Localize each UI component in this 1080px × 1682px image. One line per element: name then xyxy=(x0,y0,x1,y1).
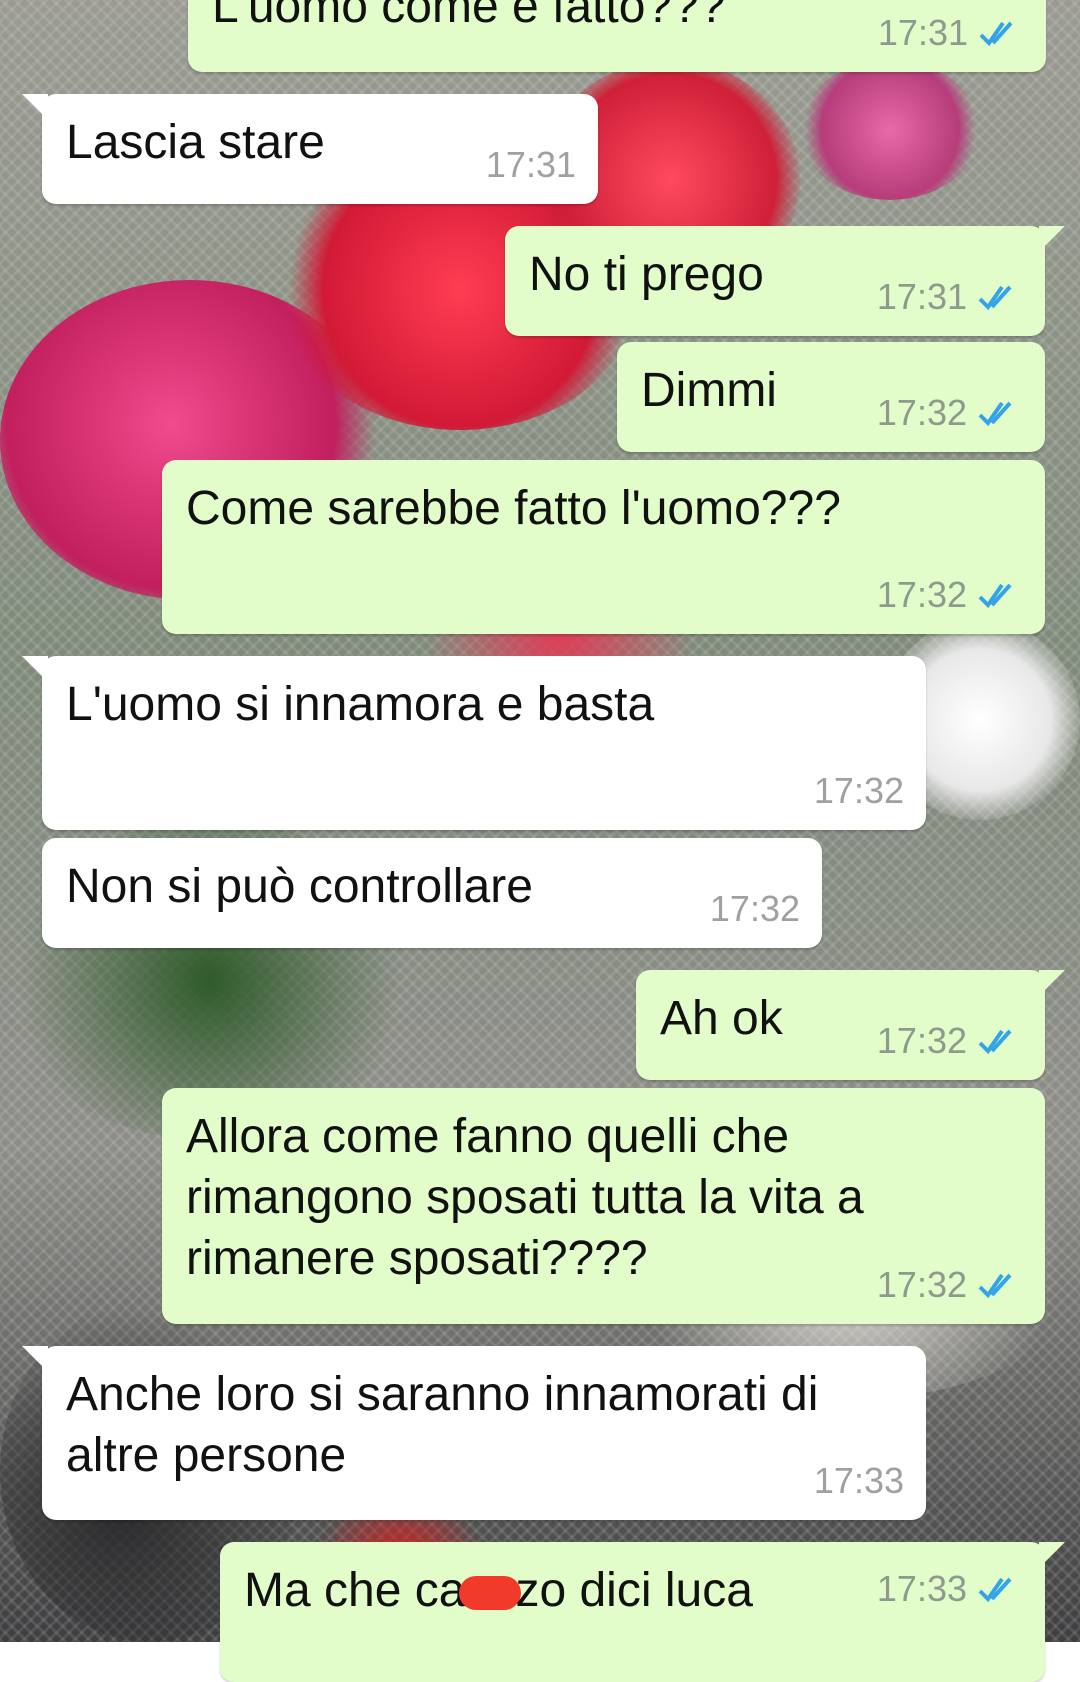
message-meta: 17:32 xyxy=(814,770,904,812)
double-check-icon xyxy=(978,1577,1012,1603)
message-time: 17:32 xyxy=(876,574,967,615)
message-time: 17:32 xyxy=(876,1264,967,1305)
message-meta: 17:32 xyxy=(877,1264,1023,1306)
message-time: 17:31 xyxy=(876,276,967,317)
message-time: 17:32 xyxy=(876,1020,967,1061)
message-bubble-outgoing[interactable]: Ma che ca zo dici luca 17:33 xyxy=(220,1542,1065,1682)
message-meta: 17:31 xyxy=(486,144,576,186)
message-bubble-outgoing[interactable]: Allora come fanno quelli che rimangono s… xyxy=(162,1088,1045,1324)
message-meta: 17:32 xyxy=(877,1020,1023,1062)
message-text: Anche loro si saranno innamorati di altr… xyxy=(66,1368,819,1482)
message-text: L'uomo come è fatto??? xyxy=(212,0,726,33)
redaction-mark xyxy=(459,1576,522,1611)
message-text-part: zo dici luca xyxy=(515,1564,753,1617)
message-text: Ah ok xyxy=(660,992,783,1045)
message-bubble-outgoing[interactable]: Come sarebbe fatto l'uomo??? 17:32 xyxy=(162,460,1045,634)
message-time: 17:32 xyxy=(709,888,800,929)
message-meta: 17:32 xyxy=(710,888,800,930)
message-bubble-outgoing[interactable]: L'uomo come è fatto??? 17:31 xyxy=(188,0,1046,72)
message-bubble-outgoing[interactable]: No ti prego 17:31 xyxy=(505,226,1065,336)
message-text: Come sarebbe fatto l'uomo??? xyxy=(186,482,841,535)
message-bubble-outgoing[interactable]: Ah ok 17:32 xyxy=(636,970,1065,1080)
message-meta: 17:33 xyxy=(877,1568,1023,1610)
message-time: 17:33 xyxy=(876,1568,967,1609)
message-meta: 17:31 xyxy=(878,12,1024,54)
message-text: Lascia stare xyxy=(66,116,325,169)
double-check-icon xyxy=(978,583,1012,609)
message-meta: 17:31 xyxy=(877,276,1023,318)
message-text: Non si può controllare xyxy=(66,860,533,913)
double-check-icon xyxy=(978,1029,1012,1055)
message-time: 17:31 xyxy=(877,12,968,53)
message-bubble-incoming[interactable]: Lascia stare 17:31 xyxy=(22,94,598,204)
message-text-part: Ma che ca xyxy=(244,1564,466,1617)
double-check-icon xyxy=(979,21,1013,47)
message-text: Dimmi xyxy=(641,364,777,417)
double-check-icon xyxy=(978,401,1012,427)
double-check-icon xyxy=(978,1273,1012,1299)
message-text: L'uomo si innamora e basta xyxy=(66,678,655,731)
message-meta: 17:32 xyxy=(877,392,1023,434)
double-check-icon xyxy=(978,285,1012,311)
message-text: Allora come fanno quelli che rimangono s… xyxy=(186,1110,864,1285)
message-time: 17:33 xyxy=(813,1460,904,1501)
message-time: 17:31 xyxy=(485,144,576,185)
message-text: No ti prego xyxy=(529,248,764,301)
message-bubble-incoming[interactable]: L'uomo si innamora e basta 17:32 xyxy=(22,656,926,830)
message-time: 17:32 xyxy=(813,770,904,811)
message-bubble-incoming[interactable]: Anche loro si saranno innamorati di altr… xyxy=(22,1346,926,1520)
message-time: 17:32 xyxy=(876,392,967,433)
message-bubble-incoming[interactable]: Non si può controllare 17:32 xyxy=(42,838,822,948)
message-meta: 17:32 xyxy=(877,574,1023,616)
message-meta: 17:33 xyxy=(814,1460,904,1502)
wallpaper-flower xyxy=(800,60,980,200)
message-bubble-outgoing[interactable]: Dimmi 17:32 xyxy=(617,342,1045,452)
